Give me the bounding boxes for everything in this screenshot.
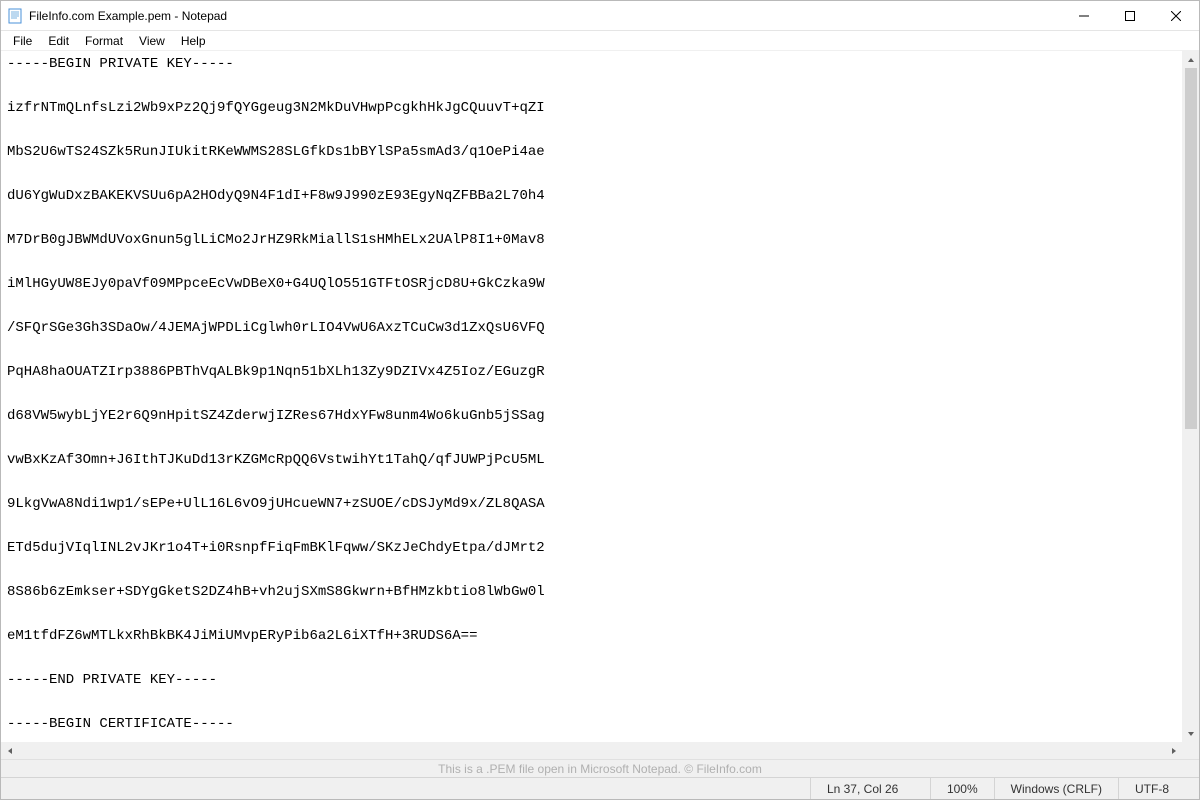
menu-file[interactable]: File [5,32,40,50]
vertical-scroll-track[interactable] [1183,68,1199,725]
close-icon [1171,11,1181,21]
text-editor[interactable]: -----BEGIN PRIVATE KEY----- izfrNTmQLnfs… [1,51,1182,742]
minimize-icon [1079,11,1089,21]
horizontal-scrollbar[interactable] [1,742,1199,759]
vertical-scroll-thumb[interactable] [1185,68,1197,429]
menu-edit[interactable]: Edit [40,32,77,50]
maximize-button[interactable] [1107,1,1153,31]
editor-wrap: -----BEGIN PRIVATE KEY----- izfrNTmQLnfs… [1,51,1199,742]
scroll-right-arrow[interactable] [1165,742,1182,759]
vertical-scrollbar[interactable] [1182,51,1199,742]
scroll-up-arrow[interactable] [1183,51,1199,68]
menu-help[interactable]: Help [173,32,214,50]
status-spacer [1,778,811,799]
status-line-ending: Windows (CRLF) [995,778,1119,799]
notepad-icon [7,8,23,24]
status-bar: Ln 37, Col 26 100% Windows (CRLF) UTF-8 [1,777,1199,799]
footer-caption: This is a .PEM file open in Microsoft No… [1,759,1199,777]
minimize-button[interactable] [1061,1,1107,31]
horizontal-scroll-track[interactable] [18,742,1165,759]
menu-bar: File Edit Format View Help [1,31,1199,51]
scrollbar-corner [1182,742,1199,759]
menu-view[interactable]: View [131,32,173,50]
menu-format[interactable]: Format [77,32,131,50]
scroll-left-arrow[interactable] [1,742,18,759]
status-cursor-position: Ln 37, Col 26 [811,778,931,799]
scroll-down-arrow[interactable] [1183,725,1199,742]
title-bar: FileInfo.com Example.pem - Notepad [1,1,1199,31]
window-title: FileInfo.com Example.pem - Notepad [29,9,227,23]
status-zoom: 100% [931,778,995,799]
close-button[interactable] [1153,1,1199,31]
status-encoding: UTF-8 [1119,778,1199,799]
maximize-icon [1125,11,1135,21]
